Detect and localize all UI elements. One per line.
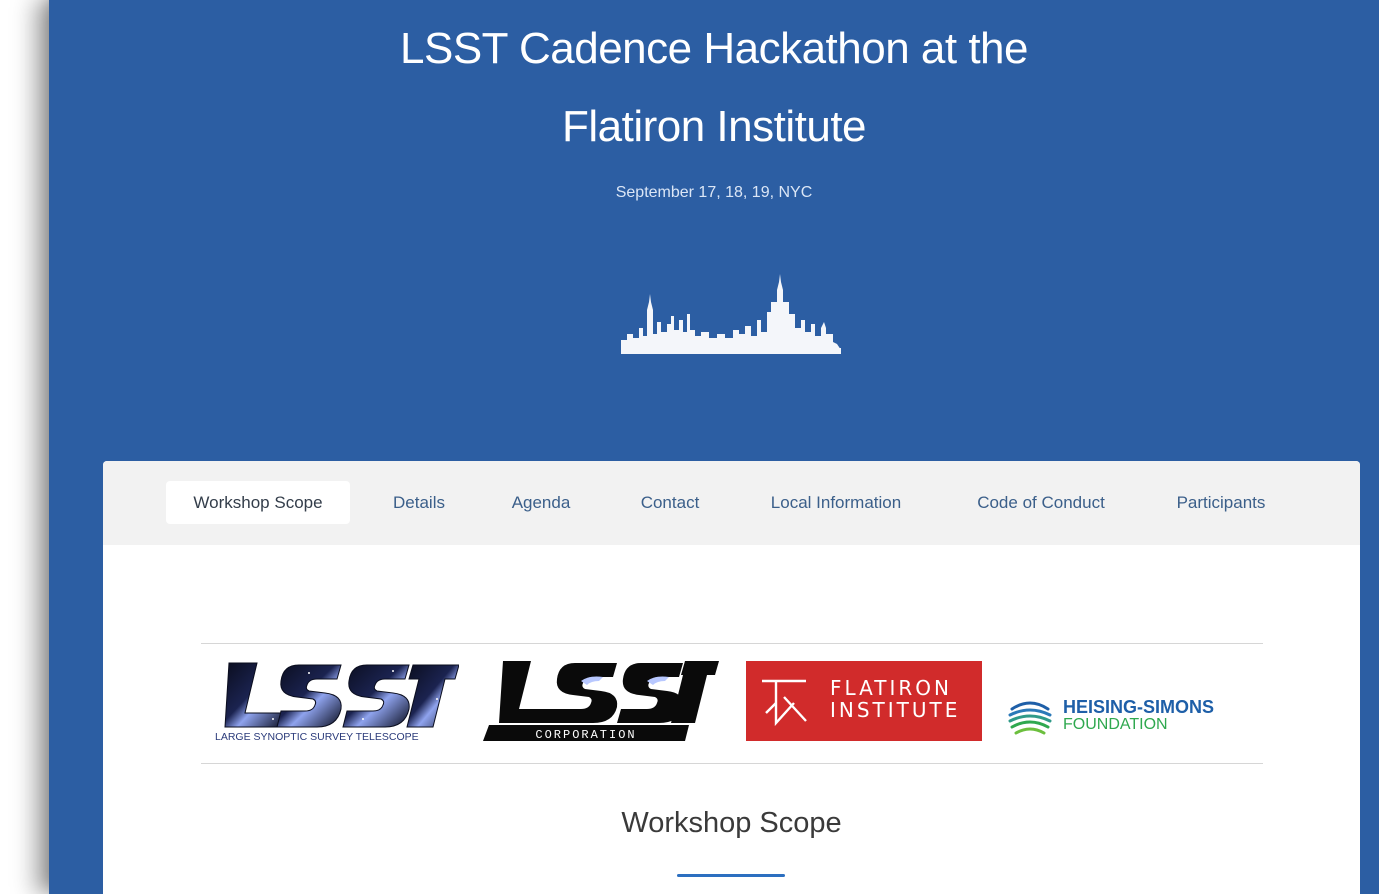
- flatiron-mark-icon: [762, 679, 807, 727]
- tab-participants[interactable]: Participants: [1159, 481, 1283, 524]
- page-title-line1: LSST Cadence Hackathon at the: [400, 24, 1029, 73]
- flatiron-logo-line2: INSTITUTE: [830, 698, 961, 722]
- lsst-logo-caption: LARGE SYNOPTIC SURVEY TELESCOPE: [215, 731, 419, 741]
- event-dates: September 17, 18, 19, NYC: [615, 184, 813, 201]
- logo-divider-top: [201, 643, 1263, 644]
- tab-details[interactable]: Details: [379, 481, 459, 524]
- tab-contact[interactable]: Contact: [624, 481, 716, 524]
- page-title-line2: Flatiron Institute: [561, 102, 867, 151]
- browser-page: LSST Cadence Hackathon at the Flatiron I…: [49, 0, 1379, 894]
- heising-logo-line2: FOUNDATION: [1063, 716, 1168, 733]
- tab-local-information[interactable]: Local Information: [751, 481, 921, 524]
- section-title-underline: [677, 874, 785, 877]
- heising-logo-line1: HEISING-SIMONS: [1063, 697, 1215, 717]
- flatiron-logo-line1: FLATIRON: [830, 676, 952, 700]
- section-nav: Workshop Scope Details Agenda Contact Lo…: [103, 461, 1360, 545]
- lsst-corporation-logo[interactable]: CORPORATION: [479, 657, 719, 743]
- nyc-skyline-icon: [621, 274, 841, 354]
- lsst-logo[interactable]: LARGE SYNOPTIC SURVEY TELESCOPE: [213, 659, 459, 741]
- content-card: Workshop Scope Details Agenda Contact Lo…: [103, 461, 1360, 894]
- heising-simons-mark-icon: [1008, 701, 1052, 735]
- tab-agenda[interactable]: Agenda: [498, 481, 584, 524]
- logo-divider-bottom: [201, 763, 1263, 764]
- tab-code-of-conduct[interactable]: Code of Conduct: [958, 481, 1124, 524]
- heising-simons-logo[interactable]: HEISING-SIMONS FOUNDATION: [1008, 685, 1258, 741]
- flatiron-institute-logo[interactable]: FLATIRON INSTITUTE: [746, 661, 982, 741]
- tab-workshop-scope[interactable]: Workshop Scope: [166, 481, 350, 524]
- page-title: LSST Cadence Hackathon at the Flatiron I…: [49, 10, 1379, 166]
- lsst-corporation-caption: CORPORATION: [535, 728, 636, 742]
- section-title: Workshop Scope: [621, 807, 842, 839]
